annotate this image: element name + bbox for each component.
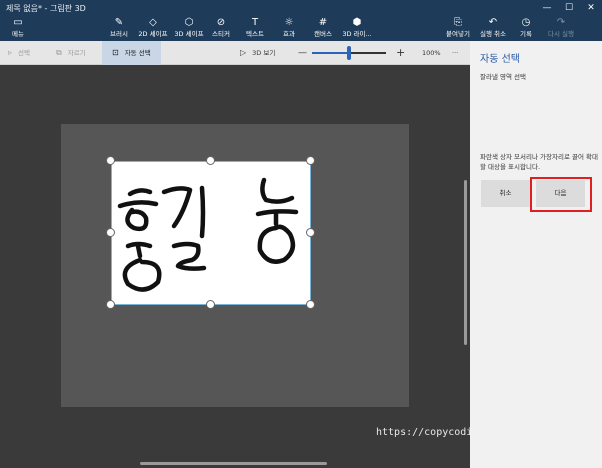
canvas-icon: #: [318, 17, 328, 28]
action-label: 실행 취소: [480, 30, 506, 38]
view-3d-button[interactable]: ▷ 3D 보기: [240, 41, 275, 65]
crop-tool[interactable]: ⧉ 자르기: [56, 41, 86, 65]
resize-handle-top-right[interactable]: [306, 156, 315, 165]
horizontal-scrollbar[interactable]: [140, 462, 327, 465]
tool-effects[interactable]: ☼ 효과: [278, 17, 300, 41]
tool-canvas[interactable]: # 캔버스: [310, 17, 336, 41]
select-label: 선택: [18, 49, 30, 57]
maximize-button[interactable]: ☐: [558, 0, 580, 16]
select-tool[interactable]: ▹ 선택: [8, 41, 30, 65]
vertical-scrollbar[interactable]: [464, 180, 467, 345]
menu-button[interactable]: ▭ 메뉴: [8, 17, 28, 41]
tool-2d-shapes[interactable]: ◇ 2D 셰이프: [136, 17, 170, 41]
tool-text[interactable]: T 텍스트: [242, 17, 268, 41]
sticker-icon: ⊘: [216, 17, 226, 28]
folder-icon: ▭: [13, 17, 23, 28]
brush-icon: ✎: [114, 17, 124, 28]
undo-icon: ↶: [488, 17, 498, 28]
tool-label: 3D 셰이프: [174, 30, 204, 38]
resize-handle-top[interactable]: [206, 156, 215, 165]
zoom-in-button[interactable]: +: [396, 41, 405, 65]
tool-3d-shapes[interactable]: ⬡ 3D 셰이프: [172, 17, 206, 41]
annotation-highlight-box: [530, 177, 592, 212]
history-button[interactable]: ◷ 기록: [516, 17, 536, 41]
app-header: 제목 없음* - 그림판 3D — ☐ ✕ ▭ 메뉴 ✎ 브러시 ◇ 2D 셰이…: [0, 0, 602, 41]
close-button[interactable]: ✕: [580, 0, 602, 16]
tool-brushes[interactable]: ✎ 브러시: [104, 17, 134, 41]
magic-select-label: 자동 선택: [124, 49, 151, 57]
menu-label: 메뉴: [12, 30, 24, 38]
redo-button[interactable]: ↷ 다시 실행: [546, 17, 576, 41]
magic-select-icon: ⊡: [112, 48, 119, 57]
paste-icon: ⎘: [454, 17, 462, 28]
tool-label: 2D 셰이프: [138, 30, 168, 38]
text-icon: T: [251, 17, 259, 28]
effects-icon: ☼: [284, 17, 294, 28]
more-options-button[interactable]: ···: [452, 41, 458, 65]
cursor-icon: ▹: [8, 48, 13, 57]
resize-handle-right[interactable]: [306, 228, 315, 237]
paste-button[interactable]: ⎘ 붙여넣기: [444, 17, 472, 41]
redo-icon: ↷: [556, 17, 566, 28]
title-bar: 제목 없음* - 그림판 3D — ☐ ✕: [0, 0, 602, 16]
resize-handle-top-left[interactable]: [106, 156, 115, 165]
zoom-slider-fill: [312, 52, 349, 54]
tool-3d-library[interactable]: ⬢ 3D 라이...: [342, 17, 372, 41]
tool-label: 텍스트: [246, 30, 264, 38]
zoom-slider-thumb[interactable]: [347, 46, 351, 60]
resize-handle-bottom[interactable]: [206, 300, 215, 309]
tool-label: 캔버스: [314, 30, 332, 38]
resize-handle-bottom-left[interactable]: [106, 300, 115, 309]
tool-stickers[interactable]: ⊘ 스티커: [208, 17, 234, 41]
resize-handle-left[interactable]: [106, 228, 115, 237]
action-label: 다시 실행: [548, 30, 574, 38]
3d-library-icon: ⬢: [352, 17, 362, 28]
resize-handle-bottom-right[interactable]: [306, 300, 315, 309]
crop-label: 자르기: [67, 49, 86, 57]
handwriting-drawing: [117, 177, 299, 292]
zoom-level: 100%: [422, 49, 441, 57]
tool-label: 스티커: [212, 30, 230, 38]
magic-select-tool[interactable]: ⊡ 자동 선택: [102, 41, 161, 65]
view-3d-icon: ▷: [240, 48, 247, 57]
cancel-button[interactable]: 취소: [481, 180, 530, 207]
minimize-button[interactable]: —: [536, 0, 558, 16]
panel-subtitle: 잘라낼 영역 선택: [480, 73, 526, 81]
2d-shapes-icon: ◇: [149, 17, 157, 28]
panel-title: 자동 선택: [480, 54, 520, 65]
panel-description: 파란색 상자 모서리나 가장자리로 끌어 확대할 대상을 표시합니다.: [480, 153, 598, 171]
tool-label: 효과: [283, 30, 295, 38]
app-title: 제목 없음* - 그림판 3D: [6, 4, 86, 13]
undo-button[interactable]: ↶ 실행 취소: [478, 17, 508, 41]
selection-box[interactable]: [111, 161, 311, 305]
tool-label: 3D 라이...: [342, 30, 372, 38]
crop-icon: ⧉: [56, 48, 62, 57]
3d-shapes-icon: ⬡: [184, 17, 194, 28]
tool-label: 브러시: [110, 30, 128, 38]
action-label: 붙여넣기: [446, 30, 470, 38]
magic-select-panel: 자동 선택 잘라낼 영역 선택 파란색 상자 모서리나 가장자리로 끌어 확대할…: [470, 41, 602, 468]
history-icon: ◷: [521, 17, 531, 28]
action-label: 기록: [520, 30, 532, 38]
toolbar: ▹ 선택 ⧉ 자르기 ⊡ 자동 선택 ▷ 3D 보기 — + 100% ···: [0, 41, 470, 65]
view-3d-label: 3D 보기: [252, 49, 276, 57]
zoom-out-button[interactable]: —: [298, 41, 307, 65]
